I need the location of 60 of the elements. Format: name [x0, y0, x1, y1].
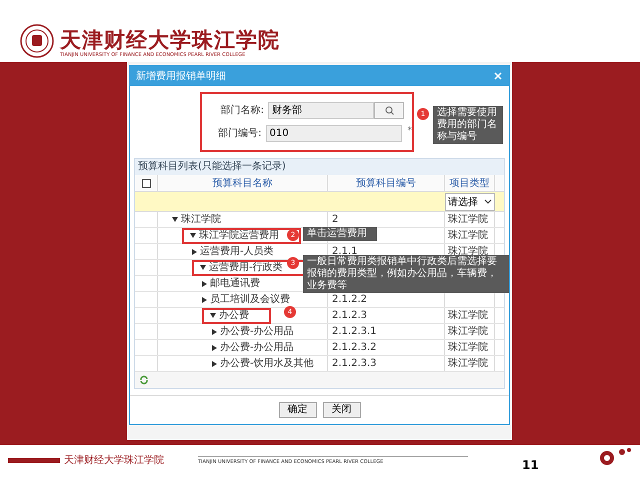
tree-row-label[interactable]: 办公费-办公用品 — [212, 340, 298, 356]
swirl-logo-icon — [600, 447, 632, 465]
callout-note: 选择需要使用费用的部门名称与编号 — [433, 106, 503, 144]
column-header[interactable]: 预算科目编号 — [328, 175, 445, 191]
field-label: 部门编号: — [217, 126, 262, 141]
callout-note: 单击运营费用 — [303, 227, 377, 241]
footer-college: 天津财经大学珠江学院 — [64, 456, 165, 466]
code-cell: 2.1.2.2 — [332, 294, 367, 305]
type-cell: 珠江学院 — [448, 246, 488, 257]
column-header[interactable]: 预算科目名称 — [158, 175, 328, 191]
close-icon[interactable] — [493, 71, 503, 81]
required-mark: * — [408, 125, 412, 138]
caret-down-icon — [200, 265, 206, 270]
tree-row-label[interactable]: 员工培训及会议费 — [202, 292, 294, 308]
caret-right-icon — [202, 280, 207, 286]
field-label: 部门名称: — [220, 104, 264, 118]
section-title: 预算科目列表(只能选择一条记录) — [135, 159, 504, 175]
tree-row-label[interactable]: 办公费-办公用品 — [212, 324, 298, 340]
caret-right-icon — [202, 296, 207, 302]
code-cell: 2.1.2.3 — [332, 310, 367, 321]
tree-row-label[interactable]: 运营费用-人员类 — [192, 244, 278, 260]
code-cell: 2.1.2.3.1 — [332, 326, 377, 337]
code-cell: 2.1.2.3.3 — [332, 358, 377, 369]
column-header[interactable]: 项目类型 — [445, 175, 495, 191]
type-cell: 珠江学院 — [448, 358, 488, 369]
type-cell: 珠江学院 — [448, 342, 488, 353]
department-name-field[interactable]: 财务部 — [268, 102, 374, 119]
caret-right-icon — [212, 344, 217, 350]
select-all-checkbox[interactable] — [142, 178, 150, 188]
lookup-button[interactable] — [374, 102, 404, 119]
caret-right-icon — [212, 328, 217, 334]
callout-note: 一般日常费用类报销单中行政类后需选择要报销的费用类型，例如办公用品，车辆费，业务费等 — [303, 255, 509, 293]
chevron-down-icon — [484, 199, 492, 205]
search-icon — [384, 106, 394, 115]
type-cell: 珠江学院 — [448, 310, 488, 321]
caret-down-icon — [172, 217, 178, 222]
caret-down-icon — [210, 313, 216, 318]
dialog-title: 新增费用报销单明细 — [136, 70, 226, 84]
department-code-field[interactable]: 010 — [266, 125, 402, 142]
college-seal-icon — [20, 24, 54, 58]
tree-row-label[interactable]: 珠江学院 — [172, 212, 225, 228]
code-cell: 2 — [332, 214, 338, 225]
tree-row-label[interactable]: 邮电通讯费 — [202, 276, 264, 292]
refresh-icon[interactable] — [139, 375, 149, 385]
dialog-button[interactable]: 关闭 — [322, 402, 360, 418]
type-cell: 珠江学院 — [448, 230, 488, 241]
tree-row-label[interactable]: 办公费 — [202, 308, 271, 324]
code-cell: 2.1.2.3.2 — [332, 342, 377, 353]
tree-row-label[interactable]: 办公费-饮用水及其他 — [212, 356, 318, 372]
dialog-button[interactable]: 确定 — [278, 402, 316, 418]
type-cell: 珠江学院 — [448, 326, 488, 337]
caret-right-icon — [212, 360, 217, 366]
caret-down-icon — [190, 233, 196, 238]
filter-value: 请选择 — [448, 196, 478, 210]
page-number: 11 — [522, 457, 539, 474]
code-cell: 2.1.1 — [332, 246, 358, 257]
type-cell: 珠江学院 — [448, 214, 488, 225]
logo-title: 天津财经大学珠江学院 — [60, 28, 280, 52]
type-filter-select[interactable]: 请选择 — [445, 193, 495, 211]
caret-right-icon — [192, 248, 197, 254]
